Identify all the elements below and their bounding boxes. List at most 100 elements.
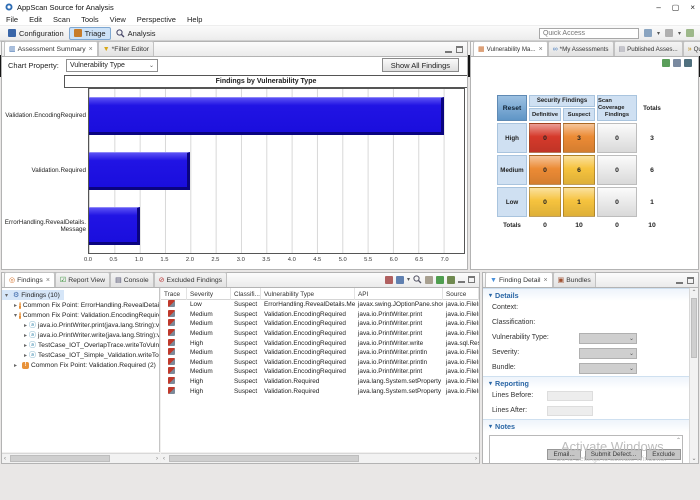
submit-defect-button[interactable]: Submit Defect... <box>584 449 643 460</box>
panel-maximize-icon[interactable] <box>456 46 463 53</box>
finding-row[interactable]: Medium Suspect Validation.EncodingRequired… <box>161 329 479 339</box>
matrix-high-definitive-cell[interactable]: 0 <box>529 123 561 153</box>
tree-expander-icon[interactable]: ▾ <box>14 312 17 319</box>
matrix-low-suspect-cell[interactable]: 1 <box>563 187 595 217</box>
detail-panel-maximize-icon[interactable] <box>687 277 694 284</box>
matrix-low-definitive-cell[interactable]: 0 <box>529 187 561 217</box>
details-section-header[interactable]: ▾ Details <box>483 288 689 301</box>
matrix-high-suspect-cell[interactable]: 3 <box>563 123 595 153</box>
lines-after-input[interactable] <box>547 406 593 416</box>
tab-my-assessments[interactable]: ∞ *My Assessments <box>547 41 614 56</box>
tree-expander-icon[interactable]: ▾ <box>5 292 11 299</box>
tree-item-api-overlaptrace[interactable]: ▸ ⓐ TestCase_IOT_OverlapTrace.writeToVul… <box>2 340 159 350</box>
scroll-left-icon[interactable]: ‹ <box>163 454 165 464</box>
scroll-right-icon[interactable]: › <box>156 454 158 464</box>
notes-scroll-up-icon[interactable]: ⌃ <box>676 437 681 444</box>
open-assessment-icon[interactable] <box>673 59 681 67</box>
matrix-low-coverage-cell[interactable]: 0 <box>597 187 637 217</box>
tab-findings[interactable]: ◎ Findings × <box>4 272 55 287</box>
quick-access-input[interactable] <box>538 27 639 39</box>
col-classification[interactable]: Classifi... <box>231 288 261 300</box>
menu-view[interactable]: View <box>110 15 126 24</box>
menu-perspective[interactable]: Perspective <box>137 15 176 24</box>
scroll-up-icon[interactable]: ⌃ <box>690 289 698 296</box>
tree-item-api-write[interactable]: ▸ ⓐ java.io.PrintWriter.write(java.lang.… <box>2 330 159 340</box>
trace-icon[interactable] <box>168 386 175 394</box>
tree-item-fixpoint-encodingrequired[interactable]: ▾ ! Common Fix Point: Validation.Encodin… <box>2 310 159 320</box>
section-collapse-icon[interactable]: ▾ <box>489 423 492 430</box>
matrix-medium-coverage-cell[interactable]: 0 <box>597 155 637 185</box>
col-severity[interactable]: Severity <box>187 288 231 300</box>
tab-excluded-findings[interactable]: ⊘ Excluded Findings <box>153 272 228 287</box>
findings-panel-maximize-icon[interactable] <box>468 276 475 283</box>
search-findings-icon[interactable] <box>413 275 422 284</box>
finding-row[interactable]: Medium Suspect Validation.EncodingRequired… <box>161 309 479 320</box>
analysis-perspective-button[interactable]: Analysis <box>111 27 161 40</box>
trace-view-icon[interactable] <box>384 275 393 284</box>
lines-before-input[interactable] <box>547 391 593 401</box>
other-toolbar-icon[interactable] <box>686 29 694 37</box>
trace-icon[interactable] <box>168 357 175 365</box>
trace-icon[interactable] <box>168 309 175 317</box>
scroll-right-icon[interactable]: › <box>475 454 477 464</box>
scrollbar-thumb[interactable] <box>691 298 697 358</box>
trace-icon[interactable] <box>168 348 175 356</box>
finding-row[interactable]: Medium Suspect Validation.EncodingRequired… <box>161 348 479 358</box>
open-perspective-icon[interactable] <box>643 29 652 37</box>
finding-row[interactable]: High Suspect Validation.Required java.lang.… <box>161 386 479 396</box>
copy-findings-icon[interactable] <box>425 275 433 284</box>
tree-expander-icon[interactable]: ▸ <box>14 362 20 369</box>
section-collapse-icon[interactable]: ▾ <box>489 380 492 387</box>
trace-icon[interactable] <box>168 377 175 385</box>
tab-filter-editor[interactable]: ▼ *Filter Editor <box>97 41 155 56</box>
tree-horizontal-scrollbar[interactable]: ‹ › <box>2 453 160 463</box>
matrix-reset-button[interactable]: Reset <box>497 95 527 121</box>
maximize-button[interactable]: ▢ <box>672 3 680 12</box>
tree-expander-icon[interactable]: ▸ <box>24 352 27 359</box>
col-api[interactable]: API <box>355 288 443 300</box>
menu-scan[interactable]: Scan <box>53 15 70 24</box>
tab-published-assessments[interactable]: ▤ Published Asses... <box>613 41 683 56</box>
trace-icon[interactable] <box>168 319 175 327</box>
minimize-button[interactable]: – <box>656 3 660 12</box>
findings-panel-minimize-icon[interactable] <box>458 276 465 283</box>
tree-expander-icon[interactable]: ▸ <box>24 342 27 349</box>
menu-help[interactable]: Help <box>187 15 202 24</box>
findings-history-caret-icon[interactable]: ▾ <box>407 276 410 283</box>
tab-quality-metrics[interactable]: » Quality Metrics <box>682 41 700 56</box>
tree-expander-icon[interactable]: ▸ <box>24 332 27 339</box>
col-vulnerability-type[interactable]: Vulnerability Type <box>261 288 355 300</box>
scroll-down-icon[interactable]: ⌄ <box>690 455 698 462</box>
show-all-findings-button[interactable]: Show All Findings <box>381 58 459 72</box>
scrollbar-thumb[interactable] <box>169 455 359 462</box>
tree-item-api-simplevalidation[interactable]: ▸ ⓐ TestCase_IOT_Simple_Validation.write… <box>2 350 159 360</box>
finding-row[interactable]: Medium Suspect Validation.EncodingRequired… <box>161 357 479 368</box>
trace-icon[interactable] <box>168 367 175 375</box>
severity-select[interactable]: ⌄ <box>579 348 637 359</box>
detail-panel-minimize-icon[interactable] <box>676 277 683 284</box>
finding-row[interactable]: Medium Suspect Validation.EncodingRequired… <box>161 367 479 377</box>
tab-assessment-summary[interactable]: ▥ Assessment Summary × <box>4 41 98 56</box>
tab-vulnerability-matrix-close-icon[interactable]: × <box>539 46 543 53</box>
table-settings-icon[interactable] <box>447 275 455 284</box>
tree-expander-icon[interactable]: ▸ <box>14 302 17 309</box>
chart-property-select[interactable]: Vulnerability Type ⌄ <box>66 59 158 72</box>
table-view-icon[interactable] <box>436 275 444 284</box>
open-perspective-caret-icon[interactable]: ▾ <box>657 30 660 37</box>
save-assessment-icon[interactable] <box>662 59 670 67</box>
tab-findings-close-icon[interactable]: × <box>46 277 50 284</box>
table-horizontal-scrollbar[interactable]: ‹ › <box>161 453 479 463</box>
finding-row[interactable]: Medium Suspect Validation.EncodingRequired… <box>161 319 479 329</box>
tab-vulnerability-matrix[interactable]: ▦ Vulnerability Ma... × <box>473 41 548 56</box>
finding-row[interactable]: Low Suspect ErrorHandling.RevealDetails.Me… <box>161 300 479 310</box>
close-assessment-icon[interactable] <box>684 59 692 67</box>
tree-item-api-print[interactable]: ▸ ⓐ java.io.PrintWriter.print(java.lang.… <box>2 320 159 330</box>
tab-console[interactable]: ▤ Console <box>110 272 154 287</box>
trace-icon[interactable] <box>168 329 175 337</box>
trace-icon[interactable] <box>168 300 175 308</box>
bundle-select[interactable]: ⌄ <box>579 363 637 374</box>
col-source[interactable]: Source <box>443 288 479 300</box>
notes-section-header[interactable]: ▾ Notes <box>483 419 689 432</box>
tab-finding-detail[interactable]: ▼ Finding Detail × <box>485 272 553 287</box>
close-button[interactable]: × <box>690 3 695 12</box>
